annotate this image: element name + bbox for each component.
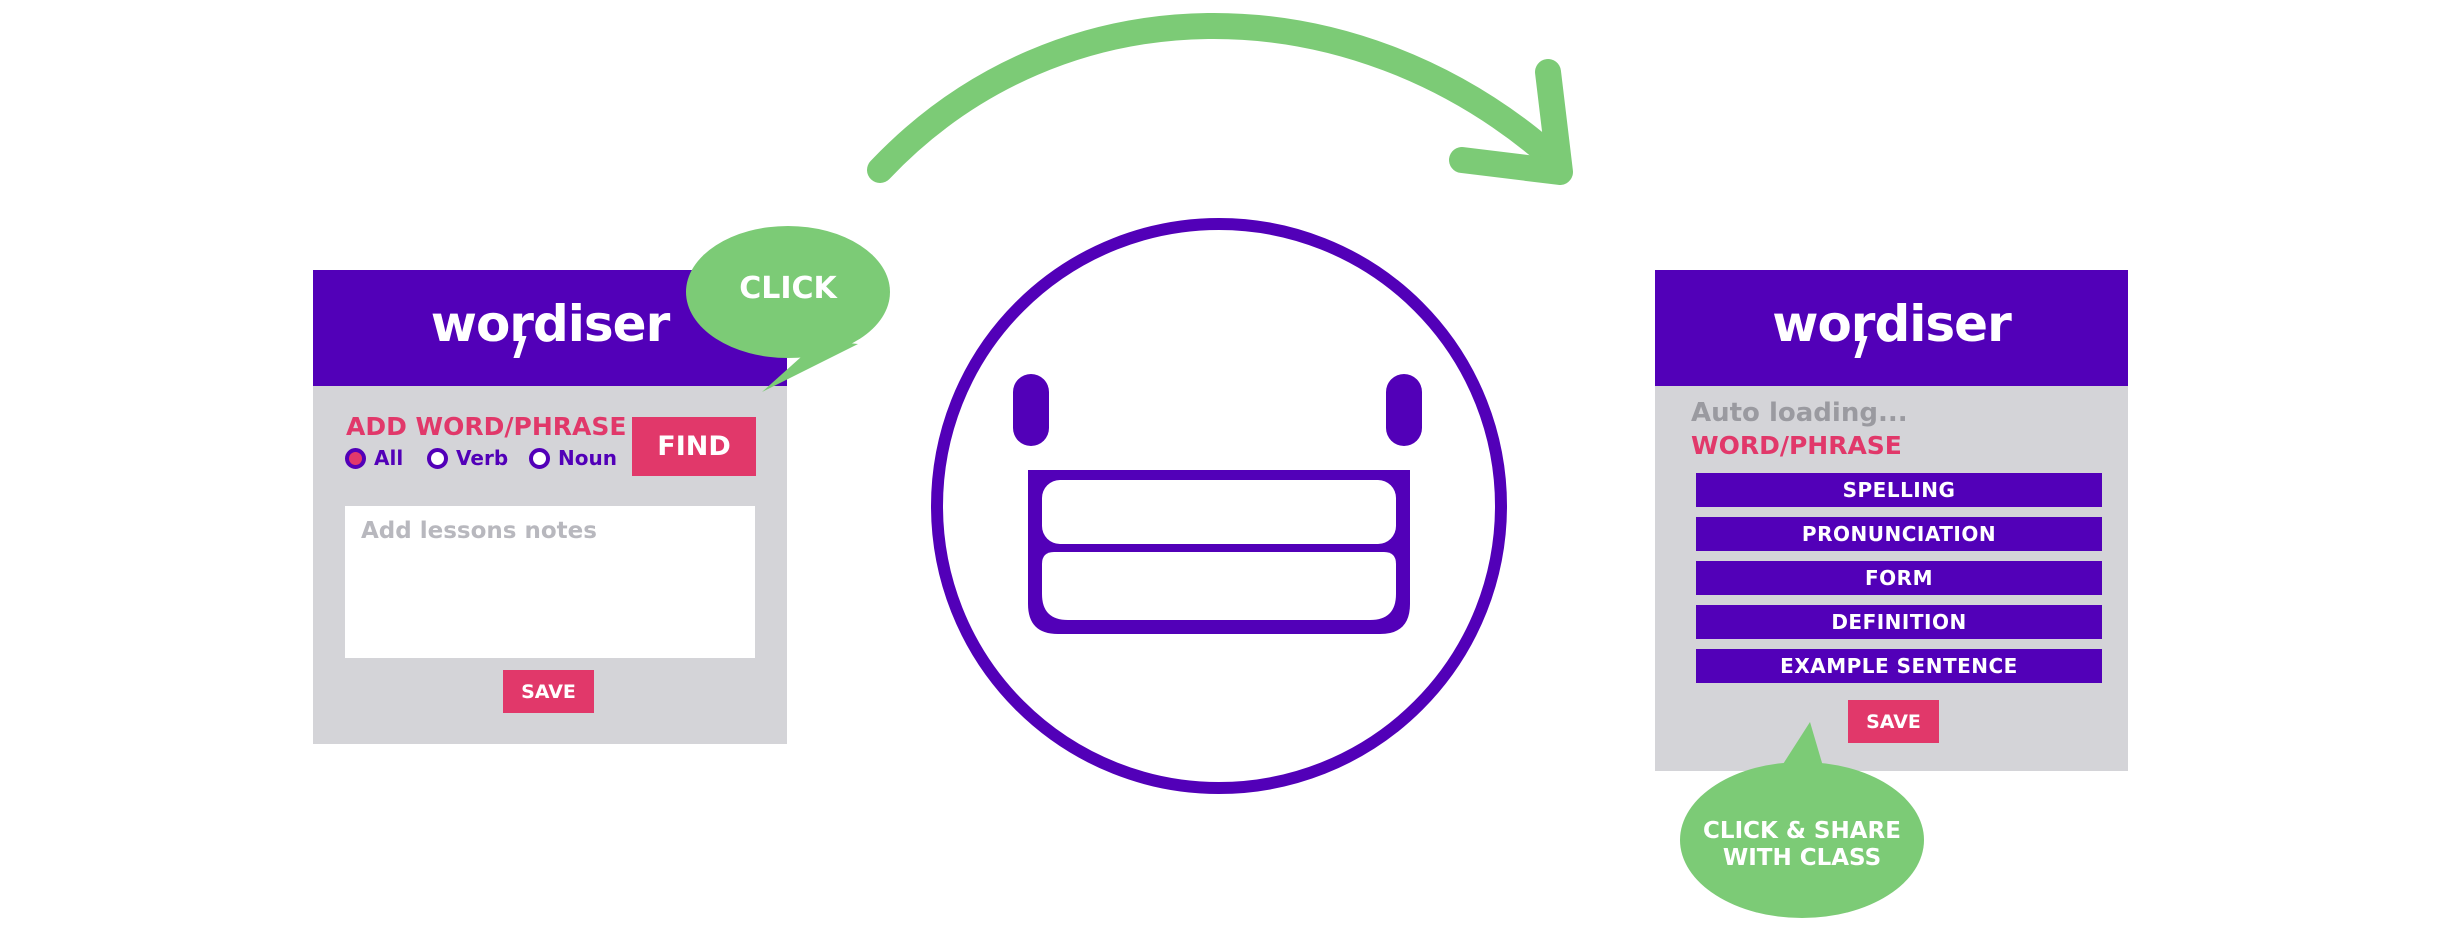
share-callout-line2: WITH CLASS: [1722, 845, 1882, 871]
share-callout-line1: CLICK & SHARE: [1703, 818, 1901, 844]
speech-bubble-icon: [1680, 722, 1924, 918]
